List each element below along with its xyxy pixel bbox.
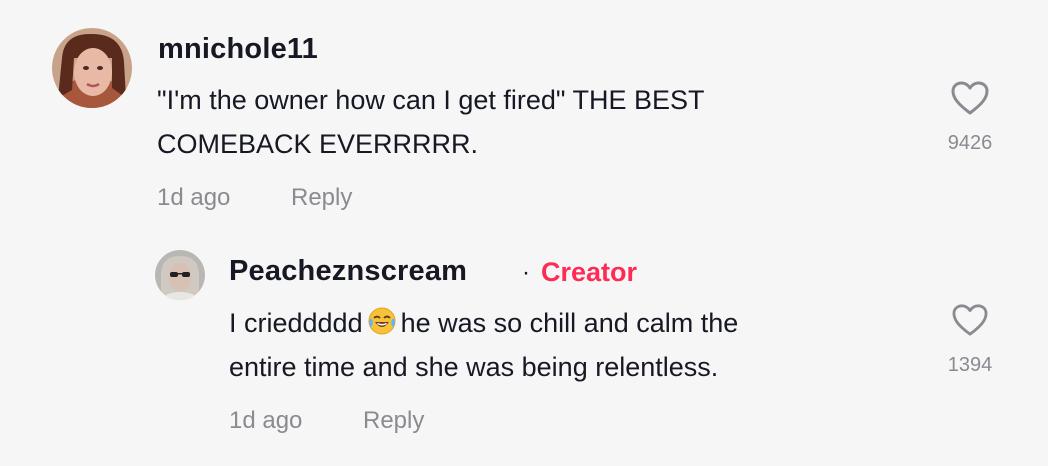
comment-text-line: I crieddddd he was so chill and calm the [229,301,738,345]
separator-dot: · [522,259,530,286]
avatar-peacheznscream[interactable] [155,250,205,300]
like-count: 1394 [947,354,993,376]
comment-text-segment: I crieddddd [229,308,363,338]
comment-username[interactable]: mnichole11 [158,33,318,66]
comment-text-line: entire time and she was being relentless… [229,352,719,382]
like-count: 9426 [947,132,993,154]
face-with-tears-of-joy-emoji [367,305,397,335]
comment-text-segment: he was so chill and calm the [400,308,739,338]
heart-outline-icon[interactable] [951,303,989,337]
creator-badge: Creator [541,257,638,287]
reply-button[interactable]: Reply [363,407,424,435]
reply-button[interactable]: Reply [291,184,352,212]
avatar-mnichole11[interactable] [52,28,132,108]
comment-text-line: "I'm the owner how can I get fired" THE … [157,85,705,115]
comment-timestamp: 1d ago [157,184,231,211]
comment-username[interactable]: Peacheznscream [229,255,467,288]
heart-outline-icon[interactable] [950,80,990,116]
comment-text-line: COMEBACK EVERRRRR. [157,129,479,159]
comment-timestamp: 1d ago [229,407,303,434]
